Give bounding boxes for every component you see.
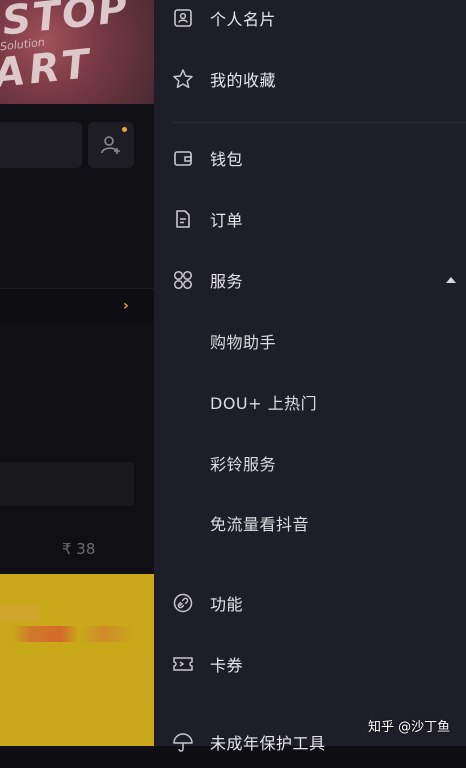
menu-item-label: 钱包 [210, 150, 244, 169]
star-icon [172, 68, 194, 90]
add-user-icon [101, 136, 120, 154]
submenu-item-dou-plus[interactable]: DOU+ 上热门 [154, 376, 466, 428]
id-card-icon [172, 7, 194, 29]
collapse-caret-icon[interactable] [446, 277, 456, 283]
add-friend-button[interactable] [88, 122, 134, 168]
submenu-item-free-data[interactable]: 免流量看抖音 [154, 497, 466, 549]
menu-divider [172, 122, 466, 123]
submenu-item-label: 彩铃服务 [210, 455, 277, 474]
search-box[interactable] [0, 122, 82, 168]
umbrella-icon [172, 731, 194, 753]
banner-image: STOP Solution ART [0, 0, 154, 104]
menu-item-label: 服务 [210, 272, 244, 291]
menu-item-label: 卡券 [210, 656, 244, 675]
list-row[interactable] [0, 289, 154, 325]
submenu-item-label: DOU+ 上热门 [210, 394, 318, 413]
menu-item-label: 未成年保护工具 [210, 734, 326, 753]
chevron-right-icon: › [123, 298, 129, 314]
coupon-ticket-icon [172, 653, 194, 675]
submenu-item-shopping-assistant[interactable]: 购物助手 [154, 315, 466, 367]
menu-item-label: 个人名片 [210, 10, 277, 29]
menu-item-services[interactable]: 服务 [154, 254, 466, 306]
product-image [0, 574, 154, 746]
menu-item-favorites[interactable]: 我的收藏 [154, 53, 466, 105]
menu-item-coupons[interactable]: 卡券 [154, 638, 466, 690]
menu-item-profile-card[interactable]: 个人名片 [154, 0, 466, 44]
price-label: ₹ 38 [62, 540, 96, 558]
menu-item-orders[interactable]: 订单 [154, 193, 466, 245]
menu-item-features[interactable]: 功能 [154, 577, 466, 629]
order-document-icon [172, 208, 194, 230]
submenu-item-label: 免流量看抖音 [210, 515, 310, 534]
menu-item-label: 我的收藏 [210, 71, 277, 90]
wallet-icon [172, 147, 194, 169]
menu-item-label: 订单 [210, 211, 244, 230]
submenu-item-ringtone-service[interactable]: 彩铃服务 [154, 437, 466, 489]
watermark-text: 知乎 @沙丁鱼 [368, 720, 451, 735]
link-icon [172, 592, 194, 614]
services-grid-icon [172, 269, 194, 291]
notification-dot [122, 127, 127, 132]
submenu-item-label: 购物助手 [210, 333, 277, 352]
menu-item-label: 功能 [210, 595, 244, 614]
blurred-content [0, 462, 134, 506]
side-drawer-menu: 个人名片 我的收藏 钱包 订单 服务 购物助手 DOU+ 上热门 彩铃服务 免流… [154, 0, 466, 753]
banner-text-bottom: ART [0, 40, 96, 98]
background-feed: STOP Solution ART › ₹ 38 [0, 0, 154, 746]
menu-item-wallet[interactable]: 钱包 [154, 132, 466, 184]
